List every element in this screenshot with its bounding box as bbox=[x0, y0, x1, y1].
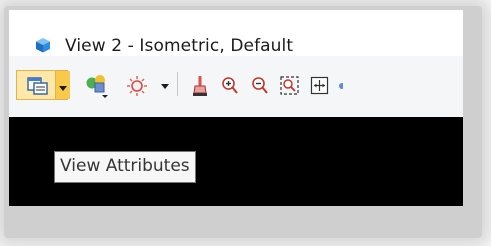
tooltip: View Attributes bbox=[54, 151, 196, 183]
window-area-icon bbox=[280, 76, 300, 96]
update-view-button[interactable] bbox=[187, 71, 213, 101]
view-attributes-icon bbox=[23, 71, 53, 101]
zoom-in-icon bbox=[221, 76, 239, 96]
window-title: View 2 - Isometric, Default bbox=[65, 36, 294, 56]
view-cube-icon bbox=[35, 37, 51, 53]
chevron-down-icon bbox=[161, 83, 169, 89]
display-style-icon bbox=[84, 73, 112, 99]
lights-button[interactable] bbox=[119, 71, 157, 101]
window-titlebar: View 2 - Isometric, Default bbox=[9, 10, 463, 56]
zoom-out-icon bbox=[251, 76, 269, 96]
toolbar-separator bbox=[177, 72, 178, 96]
view-attributes-dropdown[interactable] bbox=[55, 71, 70, 99]
lights-dropdown[interactable] bbox=[158, 71, 172, 101]
window-area-button[interactable] bbox=[277, 71, 303, 101]
fit-view-icon bbox=[310, 76, 330, 96]
zoom-out-button[interactable] bbox=[247, 71, 273, 101]
zoom-in-button[interactable] bbox=[217, 71, 243, 101]
light-icon bbox=[126, 75, 150, 97]
chevron-down-icon bbox=[59, 76, 67, 95]
fit-view-button[interactable] bbox=[307, 71, 333, 101]
paint-brush-icon bbox=[191, 75, 209, 97]
partial-toolbar-icon bbox=[336, 71, 344, 101]
display-style-button[interactable] bbox=[81, 71, 115, 101]
